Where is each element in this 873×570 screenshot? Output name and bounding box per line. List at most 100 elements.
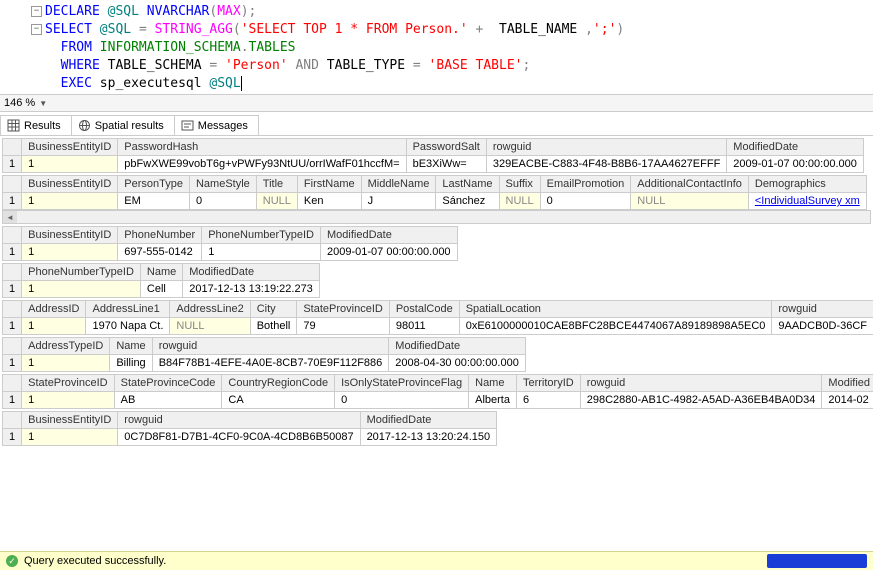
cell[interactable]: 1 bbox=[22, 281, 141, 298]
cell[interactable]: Cell bbox=[140, 281, 182, 298]
column-header[interactable]: AddressID bbox=[22, 301, 86, 318]
chevron-down-icon[interactable]: ▼ bbox=[39, 99, 47, 108]
row-number[interactable]: 1 bbox=[3, 193, 22, 210]
column-header[interactable]: AdditionalContactInfo bbox=[631, 176, 749, 193]
cell[interactable]: 1 bbox=[22, 429, 118, 446]
column-header[interactable]: ModifiedDate bbox=[321, 227, 458, 244]
cell[interactable]: pbFwXWE99vobT6g+vPWFy93NtUU/orrIWafF01hc… bbox=[118, 156, 406, 173]
column-header[interactable]: BusinessEntityID bbox=[22, 139, 118, 156]
cell[interactable]: NULL bbox=[256, 193, 297, 210]
cell[interactable]: 1 bbox=[22, 193, 118, 210]
column-header[interactable]: BusinessEntityID bbox=[22, 227, 118, 244]
cell[interactable]: Bothell bbox=[250, 318, 297, 335]
cell[interactable]: Alberta bbox=[469, 392, 517, 409]
column-header[interactable]: StateProvinceCode bbox=[114, 375, 222, 392]
tab-spatial[interactable]: Spatial results bbox=[71, 115, 175, 135]
cell[interactable]: 0 bbox=[540, 193, 631, 210]
cell[interactable]: 1 bbox=[22, 244, 118, 261]
cell[interactable]: 0C7D8F81-D7B1-4CF0-9C0A-4CD8B6B50087 bbox=[118, 429, 360, 446]
column-header[interactable]: StateProvinceID bbox=[297, 301, 389, 318]
cell[interactable]: NULL bbox=[170, 318, 250, 335]
code-line[interactable]: FROM INFORMATION_SCHEMA.TABLES bbox=[45, 40, 295, 55]
cell[interactable]: 1 bbox=[202, 244, 321, 261]
cell[interactable]: 1 bbox=[22, 355, 110, 372]
column-header[interactable]: EmailPromotion bbox=[540, 176, 631, 193]
column-header[interactable]: rowguid bbox=[486, 139, 726, 156]
cell[interactable]: 0 bbox=[189, 193, 256, 210]
column-header[interactable]: TerritoryID bbox=[516, 375, 580, 392]
cell[interactable]: 2009-01-07 00:00:00.000 bbox=[727, 156, 864, 173]
cell[interactable]: 298C2880-AB1C-4982-A5AD-A36EB4BA0D34 bbox=[580, 392, 822, 409]
column-header[interactable]: PasswordSalt bbox=[406, 139, 486, 156]
cell[interactable]: 2017-12-13 13:19:22.273 bbox=[183, 281, 320, 298]
column-header[interactable]: Demographics bbox=[748, 176, 866, 193]
table-row[interactable]: 11697-555-014212009-01-07 00:00:00.000 bbox=[3, 244, 458, 261]
column-header[interactable]: LastName bbox=[436, 176, 499, 193]
cell[interactable]: B84F78B1-4EFE-4A0E-8CB7-70E9F112F886 bbox=[152, 355, 389, 372]
column-header[interactable]: PasswordHash bbox=[118, 139, 406, 156]
table-row[interactable]: 111970 Napa Ct.NULLBothell79980110xE6100… bbox=[3, 318, 873, 335]
column-header[interactable]: NameStyle bbox=[189, 176, 256, 193]
column-header[interactable]: rowguid bbox=[118, 412, 360, 429]
cell[interactable]: NULL bbox=[499, 193, 540, 210]
row-selector-header[interactable] bbox=[3, 227, 22, 244]
column-header[interactable]: Name bbox=[110, 338, 152, 355]
row-number[interactable]: 1 bbox=[3, 156, 22, 173]
column-header[interactable]: ModifiedDate bbox=[389, 338, 526, 355]
cell[interactable]: 0xE6100000010CAE8BFC28BCE4474067A8918989… bbox=[459, 318, 772, 335]
row-selector-header[interactable] bbox=[3, 139, 22, 156]
cell[interactable]: 79 bbox=[297, 318, 389, 335]
cell[interactable]: Ken bbox=[297, 193, 361, 210]
cell[interactable]: bE3XiWw= bbox=[406, 156, 486, 173]
code-line[interactable]: SELECT @SQL = STRING_AGG('SELECT TOP 1 *… bbox=[45, 22, 624, 37]
row-number[interactable]: 1 bbox=[3, 244, 22, 261]
column-header[interactable]: MiddleName bbox=[361, 176, 436, 193]
column-header[interactable]: PhoneNumberTypeID bbox=[22, 264, 141, 281]
cell[interactable]: CA bbox=[222, 392, 335, 409]
horizontal-scrollbar[interactable]: ◄ bbox=[2, 210, 871, 224]
collapse-box[interactable]: − bbox=[31, 6, 42, 17]
column-header[interactable]: rowguid bbox=[580, 375, 822, 392]
column-header[interactable]: BusinessEntityID bbox=[22, 176, 118, 193]
cell[interactable]: <IndividualSurvey xm bbox=[748, 193, 866, 210]
cell[interactable]: J bbox=[361, 193, 436, 210]
tab-messages[interactable]: Messages bbox=[174, 115, 259, 135]
column-header[interactable]: ModifiedDate bbox=[183, 264, 320, 281]
cell[interactable]: 9AADCB0D-36CF bbox=[772, 318, 873, 335]
row-number[interactable]: 1 bbox=[3, 429, 22, 446]
table-row[interactable]: 11ABCA0Alberta6298C2880-AB1C-4982-A5AD-A… bbox=[3, 392, 873, 409]
column-header[interactable]: Name bbox=[140, 264, 182, 281]
collapse-box[interactable]: − bbox=[31, 24, 42, 35]
row-selector-header[interactable] bbox=[3, 301, 22, 318]
cell[interactable]: 2008-04-30 00:00:00.000 bbox=[389, 355, 526, 372]
cell[interactable]: 1 bbox=[22, 156, 118, 173]
table-row[interactable]: 11pbFwXWE99vobT6g+vPWFy93NtUU/orrIWafF01… bbox=[3, 156, 864, 173]
cell[interactable]: Billing bbox=[110, 355, 152, 372]
code-line[interactable]: DECLARE @SQL NVARCHAR(MAX); bbox=[45, 4, 256, 19]
cell[interactable]: 0 bbox=[335, 392, 469, 409]
cell[interactable]: 6 bbox=[516, 392, 580, 409]
table-row[interactable]: 11Cell2017-12-13 13:19:22.273 bbox=[3, 281, 320, 298]
table-row[interactable]: 110C7D8F81-D7B1-4CF0-9C0A-4CD8B6B5008720… bbox=[3, 429, 497, 446]
column-header[interactable]: PersonType bbox=[118, 176, 190, 193]
xml-link[interactable]: <IndividualSurvey xm bbox=[755, 195, 860, 207]
column-header[interactable]: StateProvinceID bbox=[22, 375, 114, 392]
cell[interactable]: EM bbox=[118, 193, 190, 210]
column-header[interactable]: BusinessEntityID bbox=[22, 412, 118, 429]
column-header[interactable]: Name bbox=[469, 375, 517, 392]
column-header[interactable]: PhoneNumberTypeID bbox=[202, 227, 321, 244]
column-header[interactable]: IsOnlyStateProvinceFlag bbox=[335, 375, 469, 392]
cell[interactable]: 1 bbox=[22, 318, 86, 335]
column-header[interactable]: SpatialLocation bbox=[459, 301, 772, 318]
column-header[interactable]: AddressLine2 bbox=[170, 301, 250, 318]
row-selector-header[interactable] bbox=[3, 375, 22, 392]
column-header[interactable]: ModifiedDate bbox=[727, 139, 864, 156]
code-line[interactable]: WHERE TABLE_SCHEMA = 'Person' AND TABLE_… bbox=[45, 58, 530, 73]
cell[interactable]: 2014-02 bbox=[822, 392, 873, 409]
row-selector-header[interactable] bbox=[3, 338, 22, 355]
row-number[interactable]: 1 bbox=[3, 318, 22, 335]
cell[interactable]: 2009-01-07 00:00:00.000 bbox=[321, 244, 458, 261]
column-header[interactable]: AddressTypeID bbox=[22, 338, 110, 355]
cell[interactable]: 1 bbox=[22, 392, 114, 409]
code-line[interactable]: EXEC sp_executesql @SQL bbox=[45, 76, 242, 91]
